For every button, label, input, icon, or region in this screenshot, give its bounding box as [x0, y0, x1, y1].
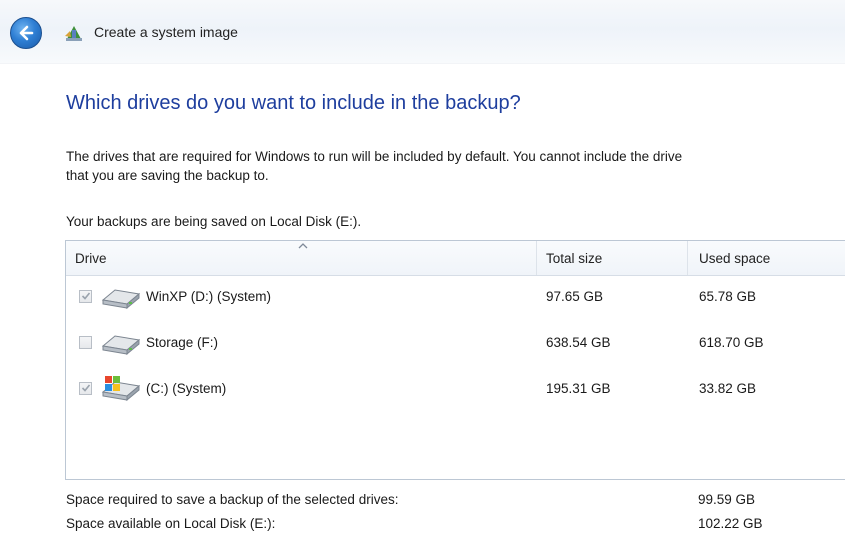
- drive-checkbox[interactable]: [79, 290, 92, 303]
- column-header-total-size[interactable]: Total size: [546, 251, 602, 266]
- column-header-drive[interactable]: Drive: [75, 251, 107, 266]
- table-row[interactable]: (C:) (System) 195.31 GB 33.82 GB: [66, 370, 845, 416]
- saving-location-text: Your backups are being saved on Local Di…: [66, 214, 362, 229]
- table-row[interactable]: WinXP (D:) (System) 97.65 GB 65.78 GB: [66, 278, 845, 324]
- checkmark-icon: [81, 384, 91, 392]
- column-divider[interactable]: [687, 241, 688, 275]
- drive-name: Storage (F:): [146, 335, 219, 350]
- drive-checkbox[interactable]: [79, 336, 92, 349]
- hard-drive-icon: [101, 335, 141, 356]
- drive-checkbox[interactable]: [79, 382, 92, 395]
- title-bar: Create a system image: [0, 0, 845, 64]
- page-heading: Which drives do you want to include in t…: [66, 92, 521, 114]
- space-available-value: 102.22 GB: [698, 516, 763, 531]
- total-size-cell: 97.65 GB: [546, 289, 604, 304]
- total-size-cell: 638.54 GB: [546, 335, 611, 350]
- description: The drives that are required for Windows…: [66, 147, 845, 185]
- sort-ascending-icon: [298, 243, 308, 249]
- used-space-cell: 65.78 GB: [699, 289, 757, 304]
- total-size-cell: 195.31 GB: [546, 381, 611, 396]
- back-arrow-icon: [19, 25, 34, 41]
- drive-name: (C:) (System): [146, 381, 227, 396]
- description-line-1: The drives that are required for Windows…: [66, 149, 683, 164]
- table-row[interactable]: Storage (F:) 638.54 GB 618.70 GB: [66, 324, 845, 370]
- hard-drive-icon: [101, 289, 141, 310]
- drive-name: WinXP (D:) (System): [146, 289, 272, 304]
- used-space-cell: 618.70 GB: [699, 335, 764, 350]
- used-space-cell: 33.82 GB: [699, 381, 757, 396]
- back-button[interactable]: [10, 17, 42, 49]
- table-header: Drive Total size Used space: [66, 241, 845, 276]
- space-required-label: Space required to save a backup of the s…: [66, 492, 399, 507]
- window-title: Create a system image: [94, 24, 238, 40]
- space-required-value: 99.59 GB: [698, 492, 756, 507]
- column-header-used-space[interactable]: Used space: [699, 251, 770, 266]
- backup-app-icon: [65, 26, 82, 41]
- checkmark-icon: [81, 292, 91, 300]
- windows-drive-icon: [101, 376, 141, 402]
- description-line-2: that you are saving the backup to.: [66, 168, 269, 183]
- space-available-label: Space available on Local Disk (E:):: [66, 516, 276, 531]
- column-divider[interactable]: [536, 241, 537, 275]
- drives-table: Drive Total size Used space WinXP (D:) (…: [65, 240, 845, 480]
